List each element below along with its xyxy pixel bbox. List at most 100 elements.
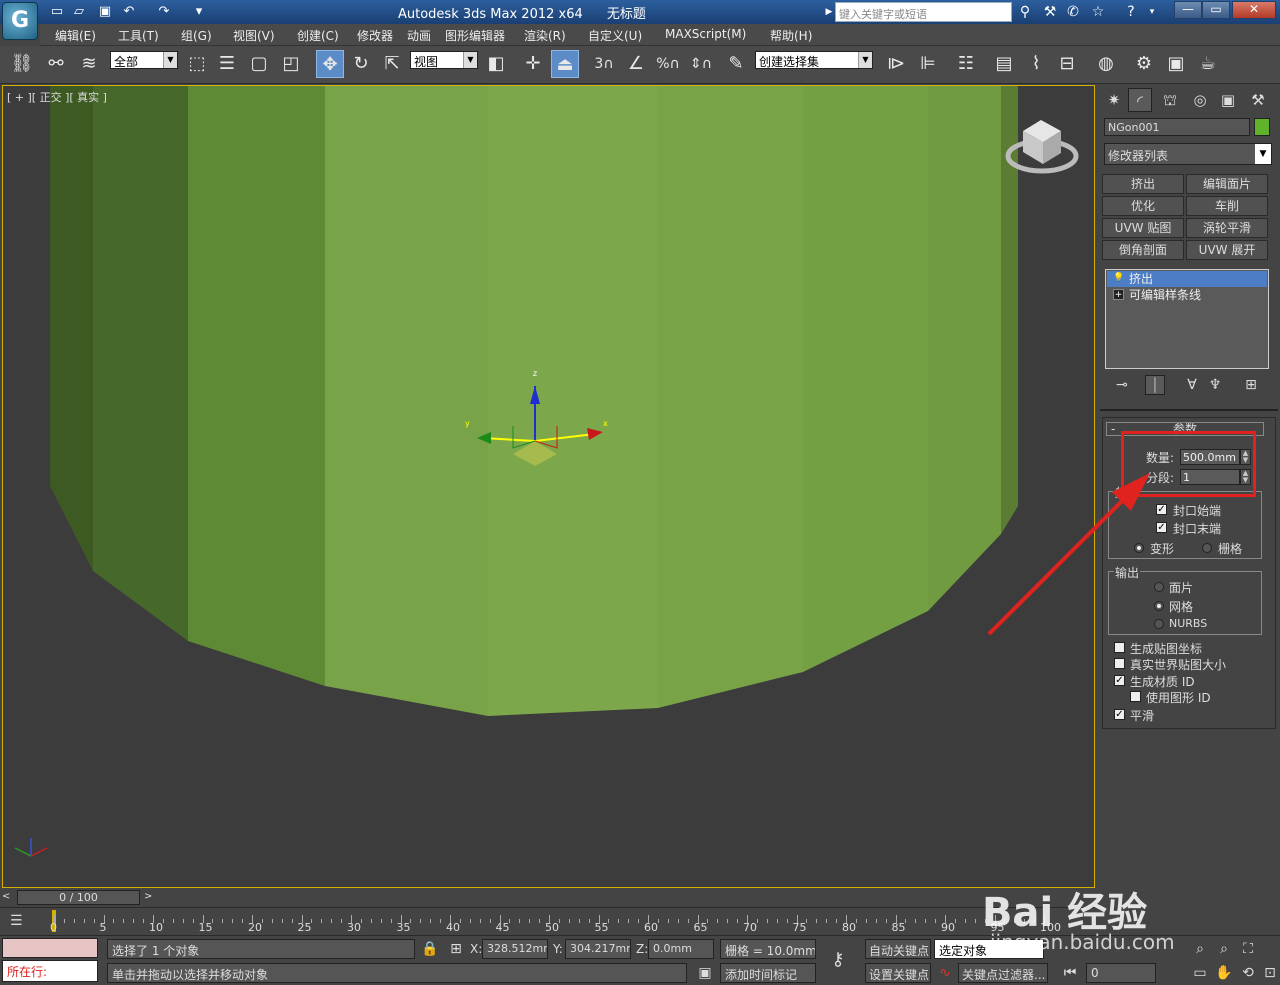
object-name-field[interactable]: NGon001 — [1104, 118, 1250, 136]
viewport-label[interactable]: [ + ][ 正交 ][ 真实 ] — [7, 89, 107, 105]
menu-create[interactable]: 创建(C) — [297, 27, 339, 44]
search-input[interactable]: 键入关键字或短语 — [835, 2, 1012, 22]
edit-named-selection-icon[interactable]: ✎ — [722, 50, 750, 78]
y-coordinate-field[interactable]: 304.217mr — [565, 939, 631, 959]
show-end-result-icon[interactable]: ⏐ — [1145, 375, 1165, 395]
create-tab-icon[interactable]: ✷ — [1102, 88, 1126, 112]
schematic-view-icon[interactable]: ⊟ — [1053, 50, 1081, 78]
auto-key-button[interactable]: 自动关键点 — [865, 939, 931, 959]
mirror-icon[interactable]: ⧐ — [882, 50, 910, 78]
modifier-button-lathe[interactable]: 车削 — [1186, 196, 1268, 216]
help-icon[interactable]: ? — [1122, 3, 1140, 21]
select-and-link-icon[interactable]: ⛓ — [8, 50, 36, 78]
unlink-icon[interactable]: ⚯ — [42, 50, 70, 78]
gen-map-coords-checkbox[interactable] — [1114, 642, 1125, 653]
grid-radio[interactable] — [1202, 543, 1212, 553]
rendered-frame-window-icon[interactable]: ▣ — [1162, 50, 1190, 78]
orbit-icon[interactable]: ⟲ — [1238, 963, 1258, 983]
named-selection-set-dropdown[interactable]: 创建选择集 ▼ — [755, 51, 873, 69]
key-curve-icon[interactable]: ∿ — [935, 963, 955, 983]
next-frame-icon[interactable]: > — [144, 891, 152, 902]
material-editor-icon[interactable]: ◍ — [1092, 50, 1120, 78]
modifier-button-uvw-map[interactable]: UVW 贴图 — [1102, 218, 1184, 238]
quick-access-dropdown-icon[interactable]: ▾ — [190, 3, 208, 21]
smooth-checkbox[interactable]: ✓ — [1114, 709, 1125, 720]
zoom-all-icon[interactable]: ⌕ — [1214, 939, 1234, 959]
render-teapot-icon[interactable]: ☕ — [1194, 50, 1222, 78]
open-file-icon[interactable]: ▱ — [70, 3, 88, 21]
make-unique-icon[interactable]: ∀ — [1182, 375, 1202, 395]
angle-snap-icon[interactable]: ∠ — [622, 50, 650, 78]
prev-frame-icon[interactable]: < — [2, 891, 10, 902]
maximize-button[interactable]: ▭ — [1202, 1, 1230, 19]
running-line[interactable]: 所在行: — [2, 960, 98, 982]
stack-item-extrude[interactable]: 💡 挤出 — [1107, 271, 1267, 287]
pivot-point-icon[interactable]: ◧ — [482, 50, 510, 78]
menu-group[interactable]: 组(G) — [181, 27, 212, 44]
modifier-button-extrude[interactable]: 挤出 — [1102, 174, 1184, 194]
select-and-rotate-icon[interactable]: ↻ — [347, 50, 375, 78]
menu-maxscript[interactable]: MAXScript(M) — [665, 27, 746, 41]
utilities-tab-icon[interactable]: ⚒ — [1246, 88, 1270, 112]
rectangular-selection-icon[interactable]: ▢ — [245, 50, 273, 78]
lock-selection-icon[interactable]: 🔒 — [420, 939, 440, 959]
modifier-list-dropdown[interactable]: 修改器列表 ▼ — [1104, 143, 1272, 165]
favorites-star-icon[interactable]: ☆ — [1089, 3, 1107, 21]
output-patch-radio[interactable] — [1154, 582, 1164, 592]
communication-icon[interactable]: ✆ — [1064, 3, 1082, 21]
modify-tab-icon[interactable]: ◜ — [1128, 88, 1152, 112]
absolute-transform-icon[interactable]: ⊞ — [446, 939, 466, 959]
perspective-viewport[interactable]: [ + ][ 正交 ][ 真实 ] z y x — [2, 85, 1095, 888]
close-button[interactable]: ✕ — [1232, 1, 1276, 19]
go-to-start-icon[interactable]: ⏮ — [1060, 963, 1080, 983]
z-coordinate-field[interactable]: 0.0mm — [648, 939, 714, 959]
zoom-extents-icon[interactable]: ⛶ — [1238, 939, 1258, 959]
current-frame-field[interactable]: 0 — [1086, 963, 1156, 983]
curve-editor-mini-icon[interactable]: ☰ — [10, 913, 32, 931]
layer-manager-icon[interactable]: ☷ — [952, 50, 980, 78]
menu-customize[interactable]: 自定义(U) — [588, 27, 642, 44]
cap-end-checkbox[interactable]: ✓ — [1156, 522, 1167, 533]
menu-graph-editors[interactable]: 图形编辑器 — [445, 27, 505, 44]
menu-rendering[interactable]: 渲染(R) — [524, 27, 566, 44]
app-logo-icon[interactable]: G — [2, 2, 38, 40]
percent-snap-icon[interactable]: %∩ — [654, 50, 682, 78]
select-and-move-icon[interactable]: ✥ — [316, 50, 344, 78]
graphite-modeling-icon[interactable]: ▤ — [990, 50, 1018, 78]
field-of-view-icon[interactable]: ▭ — [1190, 963, 1210, 983]
snaps-toggle-icon[interactable]: 3∩ — [590, 50, 618, 78]
real-world-map-checkbox[interactable] — [1114, 658, 1125, 669]
hierarchy-tab-icon[interactable]: ⛫ — [1158, 88, 1182, 112]
use-shape-ids-checkbox[interactable] — [1130, 691, 1141, 702]
save-file-icon[interactable]: ▣ — [96, 3, 114, 21]
display-tab-icon[interactable]: ▣ — [1216, 88, 1240, 112]
pan-hand-icon[interactable]: ✋ — [1214, 963, 1234, 983]
pin-stack-icon[interactable]: ⊸ — [1112, 375, 1132, 395]
new-file-icon[interactable]: ▭ — [48, 3, 66, 21]
menu-tools[interactable]: 工具(T) — [118, 27, 159, 44]
stack-item-editable-spline[interactable]: + 可编辑样条线 — [1107, 287, 1267, 303]
maximize-viewport-icon[interactable]: ⊡ — [1260, 963, 1280, 983]
output-mesh-radio[interactable] — [1154, 601, 1164, 611]
menu-help[interactable]: 帮助(H) — [770, 27, 812, 44]
menu-views[interactable]: 视图(V) — [233, 27, 275, 44]
menu-edit[interactable]: 编辑(E) — [55, 27, 96, 44]
subscription-icon[interactable]: ⚒ — [1041, 3, 1059, 21]
binoculars-icon[interactable]: ⚲ — [1016, 3, 1034, 21]
expand-plus-icon[interactable]: + — [1113, 289, 1124, 300]
configure-modifier-sets-icon[interactable]: ⊞ — [1241, 375, 1261, 395]
time-tag-icon[interactable]: ▣ — [695, 963, 715, 983]
keyboard-shortcut-override-icon[interactable]: ⏏ — [551, 50, 579, 78]
remove-modifier-icon[interactable]: ♆ — [1205, 375, 1225, 395]
manipulate-icon[interactable]: ✛ — [519, 50, 547, 78]
reference-coord-dropdown[interactable]: 视图 ▼ — [410, 51, 478, 69]
menu-animation[interactable]: 动画 — [407, 27, 431, 44]
curve-editor-icon[interactable]: ⌇ — [1022, 50, 1050, 78]
modifier-button-unwrap-uvw[interactable]: UVW 展开 — [1186, 240, 1268, 260]
select-object-icon[interactable]: ⬚ — [183, 50, 211, 78]
track-bar[interactable]: ☰ 0 5 10 15 20 25 30 35 40 45 50 55 60 65 70 75 80 85 90 95… — [0, 907, 1098, 935]
object-color-swatch[interactable] — [1254, 118, 1270, 136]
minimize-button[interactable]: — — [1174, 1, 1202, 19]
menu-modifiers[interactable]: 修改器 — [357, 27, 393, 44]
select-by-name-icon[interactable]: ☰ — [213, 50, 241, 78]
